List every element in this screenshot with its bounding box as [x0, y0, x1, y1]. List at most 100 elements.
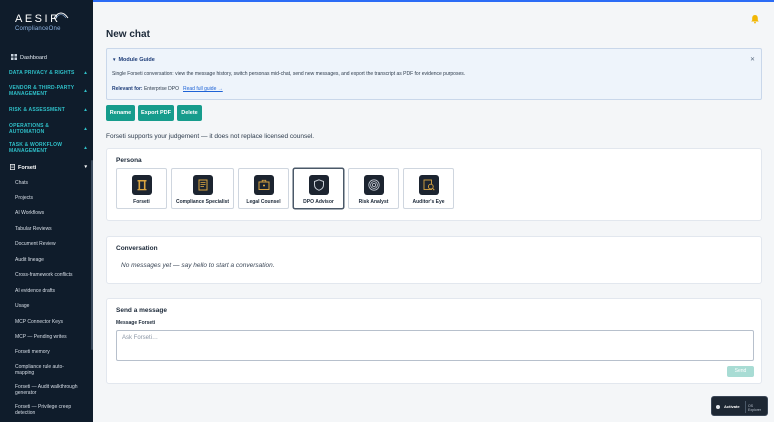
chevron-up-icon: ▴ — [84, 70, 87, 76]
read-full-guide-link[interactable]: Read full guide → — [183, 86, 223, 92]
persona-option-legal-counsel[interactable]: Legal Counsel — [238, 168, 289, 209]
export-pdf-button[interactable]: Export PDF — [138, 105, 174, 121]
activate-widget[interactable]: Activate OS Explorer — [711, 396, 768, 416]
persona-icon-frame — [363, 175, 384, 195]
logo-arc-icon — [53, 12, 69, 19]
sidebar-section-vendor[interactable]: VENDOR & THIRD-PARTY MANAGEMENT ▴ — [9, 85, 87, 97]
sidebar-item-label: Forseti — [18, 165, 37, 171]
sidebar-section-task[interactable]: TASK & WORKFLOW MANAGEMENT ▴ — [9, 142, 87, 154]
page-title: New chat — [106, 29, 150, 40]
shield-icon — [313, 179, 324, 191]
send-button[interactable]: Send — [727, 366, 754, 377]
sidebar-item-ai-workflows[interactable]: AI Workflows — [15, 210, 87, 216]
persona-icon-frame — [308, 175, 329, 195]
widget-sublabel: OS Explorer — [748, 404, 762, 412]
sidebar-item-usage[interactable]: Usage — [15, 303, 87, 309]
module-guide: ▼ Module Guide ✕ Single Forseti conversat… — [106, 48, 762, 100]
message-field-label: Message Forseti — [116, 320, 156, 326]
disclaimer-text: Forseti supports your judgement — it doe… — [106, 133, 315, 140]
magnifier-icon — [423, 179, 435, 191]
sidebar-item-projects[interactable]: Projects — [15, 195, 87, 201]
persona-label: Risk Analyst — [358, 199, 389, 205]
widget-status-icon — [716, 405, 720, 409]
sidebar-item-mcp-pending[interactable]: MCP — Pending writes — [15, 334, 87, 340]
chat-doc-icon — [10, 164, 15, 170]
persona-icon-frame — [192, 175, 213, 195]
bell-icon[interactable] — [750, 14, 760, 24]
persona-label: Auditor's Eye — [412, 199, 445, 205]
persona-icon-frame — [418, 175, 439, 195]
logo[interactable]: AESIR ComplianceOne — [15, 12, 75, 33]
persona-title: Persona — [116, 157, 142, 164]
section-label: DATA PRIVACY & RIGHTS — [9, 70, 75, 76]
relevant-label: Relevant for: — [112, 86, 143, 92]
target-icon — [367, 179, 380, 191]
sidebar: AESIR ComplianceOne Dashboard DATA PRIVA… — [0, 0, 93, 422]
document-icon — [198, 179, 207, 191]
module-guide-relevant: Relevant for: Enterprise DPO — [112, 86, 179, 92]
message-input[interactable] — [116, 330, 754, 361]
sidebar-item-forseti-memory[interactable]: Forseti memory — [15, 349, 87, 355]
sidebar-item-privilege-creep[interactable]: Forseti — Privilege creep detection — [15, 404, 87, 416]
conversation-card: Conversation No messages yet — say hello… — [106, 236, 762, 284]
widget-label: Activate — [724, 404, 740, 409]
main-content: New chat ▼ Module Guide ✕ Single Forseti … — [93, 2, 774, 422]
persona-option-risk-analyst[interactable]: Risk Analyst — [348, 168, 399, 209]
persona-option-auditors-eye[interactable]: Auditor's Eye — [403, 168, 454, 209]
section-label-line: MANAGEMENT — [9, 91, 48, 97]
send-message-title: Send a message — [116, 307, 167, 314]
persona-label: DPO Advisor — [303, 199, 334, 205]
chevron-down-icon: ▾ — [84, 164, 87, 170]
delete-button[interactable]: Delete — [177, 105, 202, 121]
sidebar-section-data-privacy[interactable]: DATA PRIVACY & RIGHTS ▴ — [9, 70, 87, 76]
persona-card: Persona Forseti Compliance Specialist Le… — [106, 148, 762, 221]
sidebar-item-cross-framework[interactable]: Cross-framework conflicts — [15, 272, 87, 278]
chevron-up-icon: ▴ — [84, 88, 87, 94]
send-message-card: Send a message Message Forseti Send — [106, 298, 762, 384]
persona-label: Compliance Specialist — [175, 199, 230, 205]
sidebar-item-tabular-reviews[interactable]: Tabular Reviews — [15, 226, 87, 232]
sidebar-item-forseti[interactable]: Forseti ▾ — [10, 164, 87, 171]
persona-label: Forseti — [133, 199, 150, 205]
grid-icon — [11, 54, 17, 60]
logo-subtitle: ComplianceOne — [15, 26, 61, 32]
rename-button[interactable]: Rename — [106, 105, 135, 121]
sidebar-section-risk[interactable]: RISK & ASSESSMENT ▴ — [9, 107, 87, 113]
caret-down-icon: ▼ — [112, 57, 117, 62]
sidebar-item-audit-walkthrough[interactable]: Forseti — Audit walkthrough generator — [15, 384, 87, 396]
persona-icon-frame — [131, 175, 152, 195]
section-label-line: AUTOMATION — [9, 129, 45, 135]
sidebar-item-mcp-keys[interactable]: MCP Connector Keys — [15, 319, 87, 325]
module-guide-toggle[interactable]: ▼ Module Guide — [112, 57, 155, 63]
chevron-up-icon: ▴ — [84, 145, 87, 151]
sidebar-item-rule-mapping[interactable]: Compliance rule auto- mapping — [15, 364, 87, 376]
sidebar-item-label-line: generator — [15, 390, 37, 396]
section-label: RISK & ASSESSMENT — [9, 107, 66, 113]
widget-divider — [745, 401, 746, 413]
close-icon[interactable]: ✕ — [750, 56, 755, 63]
conversation-title: Conversation — [116, 245, 158, 252]
chevron-up-icon: ▴ — [84, 107, 87, 113]
section-label-line: MANAGEMENT — [9, 148, 48, 154]
sidebar-item-ai-evidence[interactable]: AI evidence drafts — [15, 288, 87, 294]
persona-label: Legal Counsel — [246, 199, 281, 205]
sidebar-item-label-line: mapping — [15, 370, 35, 376]
module-guide-description: Single Forseti conversation: view the me… — [112, 71, 466, 77]
persona-icon-frame — [253, 175, 274, 195]
empty-conversation-message: No messages yet — say hello to start a c… — [121, 262, 275, 269]
relevant-value: Enterprise DPO — [143, 86, 179, 92]
sidebar-section-operations[interactable]: OPERATIONS & AUTOMATION ▴ — [9, 123, 87, 135]
briefcase-icon — [258, 179, 269, 190]
persona-option-compliance-specialist[interactable]: Compliance Specialist — [171, 168, 234, 209]
sidebar-item-dashboard[interactable]: Dashboard — [11, 54, 93, 61]
sidebar-item-label: Dashboard — [20, 55, 47, 61]
sidebar-item-label-line: detection — [15, 410, 36, 416]
sidebar-item-chats[interactable]: Chats — [15, 180, 87, 186]
module-guide-title: Module Guide — [118, 57, 155, 63]
pillar-icon — [137, 180, 146, 191]
sidebar-item-document-review[interactable]: Document Review — [15, 241, 87, 247]
chevron-up-icon: ▴ — [84, 126, 87, 132]
sidebar-item-audit-lineage[interactable]: Audit lineage — [15, 257, 87, 263]
persona-option-dpo-advisor[interactable]: DPO Advisor — [293, 168, 344, 209]
persona-option-forseti[interactable]: Forseti — [116, 168, 167, 209]
